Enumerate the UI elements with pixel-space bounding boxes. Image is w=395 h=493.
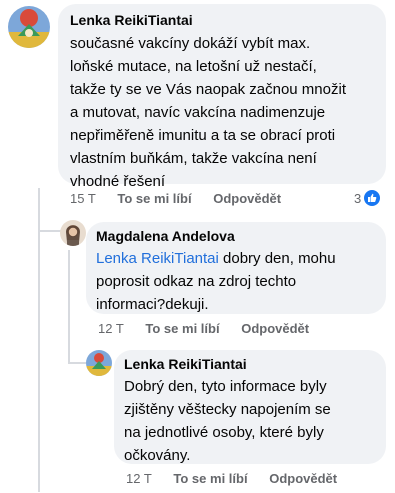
comment-text-line: Dobrý den, tyto informace byly	[124, 378, 327, 395]
avatar[interactable]	[8, 6, 50, 48]
reaction-count-number: 3	[354, 190, 362, 206]
reaction-count[interactable]: 3	[354, 190, 381, 206]
like-button[interactable]: To se mi líbí	[145, 321, 219, 336]
comment-time[interactable]: 12 T	[126, 471, 152, 486]
thumbs-up-icon	[364, 190, 381, 206]
comment-text-line: vhodné řešení	[70, 173, 166, 190]
reply-button[interactable]: Odpovědět	[269, 471, 337, 486]
comment-text-line: očkovány.	[124, 447, 191, 464]
reply-bubble: Lenka ReikiTiantai Dobrý den, tyto infor…	[114, 350, 386, 464]
thread-line	[38, 232, 40, 492]
comment-text-line: nepřiměřeně imunitu a ta se obrací proti	[70, 127, 336, 144]
reply-bubble: Magdalena Andelova Lenka ReikiTiantai do…	[86, 222, 386, 314]
comment-author[interactable]: Lenka ReikiTiantai	[70, 12, 374, 28]
comment-text-line: a mutovat, navíc vakcína nadimenzuje	[70, 104, 326, 121]
comment-bubble: Lenka ReikiTiantai současné vakcíny doká…	[58, 4, 386, 190]
mention-link[interactable]: Lenka ReikiTiantai	[96, 250, 219, 267]
comment-author[interactable]: Magdalena Andelova	[96, 228, 376, 244]
reply-button[interactable]: Odpovědět	[241, 321, 309, 336]
comment-text-line: vlastním buňkám, takže vakcína není	[70, 150, 317, 167]
avatar[interactable]	[86, 350, 112, 376]
thread-connector	[68, 362, 86, 364]
comment-text-line: zjištěny věštecky napojením se	[124, 401, 331, 418]
like-button[interactable]: To se mi líbí	[117, 191, 191, 206]
avatar-image-icon	[86, 350, 112, 376]
avatar-image-icon	[60, 220, 86, 246]
comment-text-line: informaci?dekuji.	[96, 296, 209, 313]
thread-line	[38, 188, 40, 232]
comment-text-line: takže ty se ve Vás naopak začnou množit	[70, 81, 346, 98]
comment-text-line: Lenka ReikiTiantai dobry den, mohu	[96, 247, 376, 270]
comment-time[interactable]: 12 T	[98, 321, 124, 336]
comment-actions: 12 T To se mi líbí Odpovědět	[126, 471, 337, 486]
avatar[interactable]	[60, 220, 86, 246]
like-button[interactable]: To se mi líbí	[173, 471, 247, 486]
reply-button[interactable]: Odpovědět	[213, 191, 281, 206]
avatar-image-icon	[8, 6, 50, 48]
comment-author[interactable]: Lenka ReikiTiantai	[124, 356, 376, 372]
comment-actions: 12 T To se mi líbí Odpovědět	[98, 321, 309, 336]
comment-text-line: loňské mutace, na letošní už nestačí,	[70, 58, 317, 75]
comment-time[interactable]: 15 T	[70, 191, 96, 206]
thread-line	[68, 250, 70, 362]
comment-text-line: na jednotlivé osoby, které byly	[124, 424, 324, 441]
thread-connector	[38, 230, 62, 232]
comment-actions: 15 T To se mi líbí Odpovědět	[70, 191, 281, 206]
comment-text-line: současné vakcíny dokáží vybít max.	[70, 35, 311, 52]
comment-text-fragment: dobry den, mohu	[218, 250, 336, 267]
comment-text-line: poprosit odkaz na zdroj techto	[96, 273, 297, 290]
